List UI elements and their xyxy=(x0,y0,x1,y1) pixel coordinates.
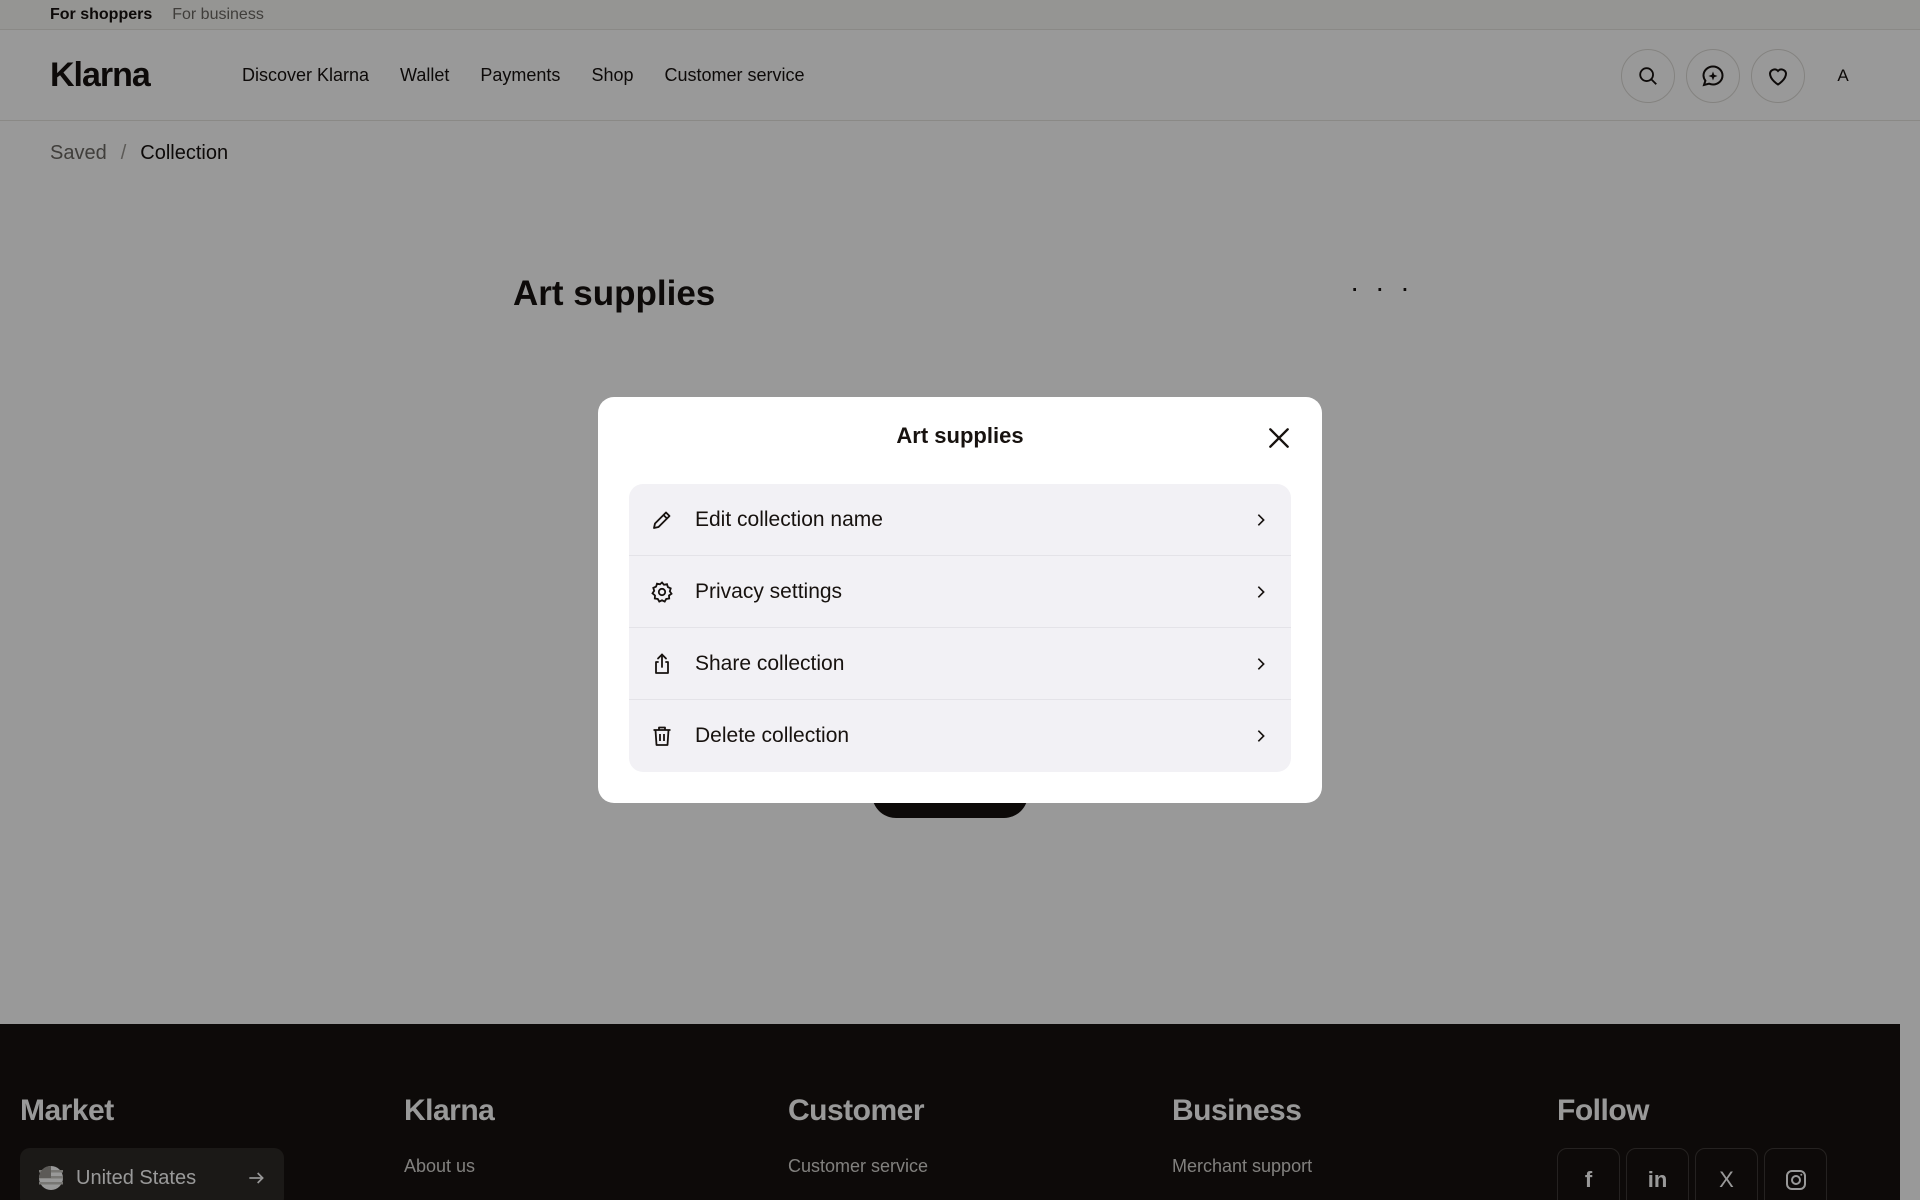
gear-icon xyxy=(649,579,675,605)
chevron-right-icon xyxy=(1251,654,1271,674)
trash-icon xyxy=(649,723,675,749)
share-collection-item[interactable]: Share collection xyxy=(629,628,1291,700)
collection-options-menu: Edit collection name Privacy settings Sh… xyxy=(629,484,1291,772)
chevron-right-icon xyxy=(1251,510,1271,530)
menu-item-label: Delete collection xyxy=(695,724,850,747)
chevron-right-icon xyxy=(1251,582,1271,602)
chevron-right-icon xyxy=(1251,726,1271,746)
collection-options-dialog: Art supplies Edit collection name Privac… xyxy=(598,397,1322,803)
menu-item-label: Edit collection name xyxy=(695,507,883,531)
pencil-icon xyxy=(649,507,675,533)
share-icon xyxy=(649,651,675,677)
close-icon xyxy=(1269,428,1289,448)
menu-item-label: Privacy settings xyxy=(695,579,843,603)
menu-item-label: Share collection xyxy=(695,651,845,675)
close-button[interactable] xyxy=(1264,423,1294,453)
privacy-settings-item[interactable]: Privacy settings xyxy=(629,556,1291,628)
delete-collection-item[interactable]: Delete collection xyxy=(629,700,1291,772)
dialog-title: Art supplies xyxy=(896,423,1024,448)
edit-collection-name-item[interactable]: Edit collection name xyxy=(629,484,1291,556)
